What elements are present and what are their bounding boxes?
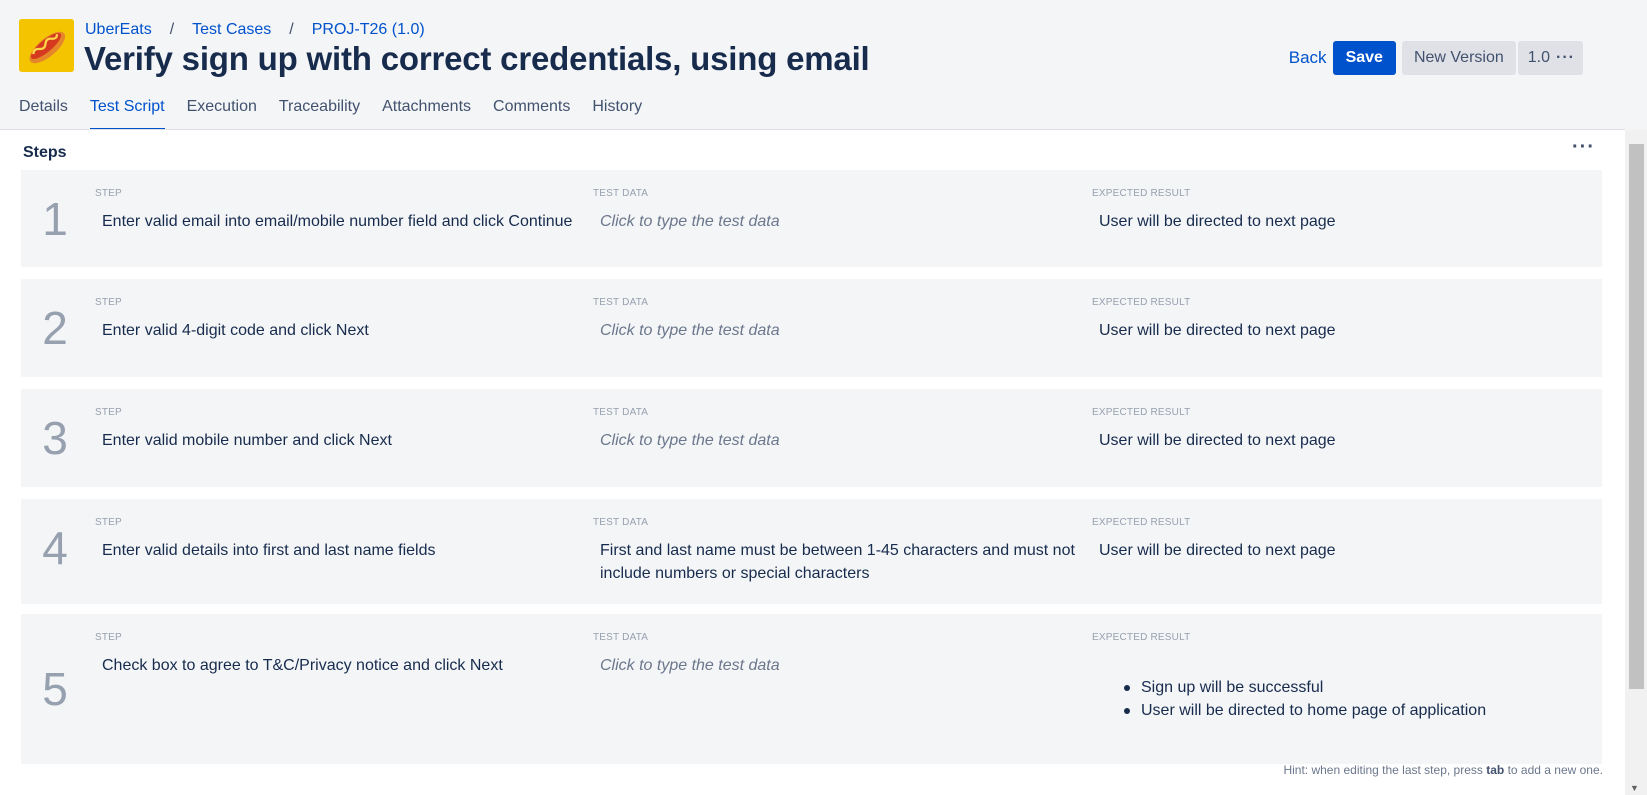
breadcrumb-project[interactable]: UberEats [85,21,152,39]
expected-result-text[interactable]: User will be directed to next page [1099,539,1336,562]
breadcrumb-test-cases[interactable]: Test Cases [192,21,271,39]
test-data-line: include numbers or special characters [600,565,870,582]
page-header: UberEats / Test Cases / PROJ-T26 (1.0) V… [0,0,1625,130]
test-data-field[interactable]: Click to type the test data [600,654,780,677]
test-script-panel: Steps ··· 1 STEP Enter valid email into … [0,130,1625,795]
expected-result-list[interactable]: Sign up will be successful User will be … [1120,676,1486,722]
test-data-label: TEST DATA [593,188,649,199]
scrollbar[interactable]: ▼ [1625,130,1647,795]
tab-comments[interactable]: Comments [493,98,570,130]
step-label: STEP [95,517,122,528]
step-label: STEP [95,188,122,199]
scrollbar-thumb[interactable] [1629,144,1644,689]
new-version-button[interactable]: New Version [1401,41,1516,75]
version-label: 1.0 [1527,49,1551,66]
step-row[interactable]: 2 STEP Enter valid 4-digit code and clic… [21,279,1602,377]
step-text[interactable]: Enter valid details into first and last … [102,539,436,562]
step-number: 1 [42,193,68,245]
test-data-field[interactable]: Click to type the test data [600,429,780,452]
breadcrumb: UberEats / Test Cases / PROJ-T26 (1.0) [85,21,425,39]
breadcrumb-test-case-key[interactable]: PROJ-T26 (1.0) [312,21,425,39]
step-row[interactable]: 4 STEP Enter valid details into first an… [21,499,1602,604]
tab-test-script[interactable]: Test Script [89,98,165,130]
steps-heading: Steps [23,144,67,161]
expected-result-label: EXPECTED RESULT [1092,517,1191,528]
project-logo-icon[interactable] [19,19,74,72]
step-number: 2 [42,302,68,354]
list-item: Sign up will be successful [1120,676,1486,699]
expected-result-label: EXPECTED RESULT [1092,297,1191,308]
step-row[interactable]: 1 STEP Enter valid email into email/mobi… [21,170,1602,267]
steps-more-icon[interactable]: ··· [1572,136,1595,159]
tab-attachments[interactable]: Attachments [382,98,471,130]
test-data-label: TEST DATA [593,517,649,528]
tab-details[interactable]: Details [19,98,68,130]
step-text[interactable]: Enter valid 4-digit code and click Next [102,319,369,342]
expected-result-text[interactable]: User will be directed to next page [1099,429,1336,452]
step-label: STEP [95,632,122,643]
hint-text: Hint: when editing the last step, press … [1283,763,1603,777]
test-data-label: TEST DATA [593,407,649,418]
step-text[interactable]: Check box to agree to T&C/Privacy notice… [102,654,503,677]
test-data-line: First and last name must be between 1-45… [600,542,1075,559]
tab-traceability[interactable]: Traceability [279,98,360,130]
step-number: 3 [42,412,68,464]
step-number: 4 [42,522,68,574]
step-row[interactable]: 5 STEP Check box to agree to T&C/Privacy… [21,614,1602,764]
step-label: STEP [95,407,122,418]
step-label: STEP [95,297,122,308]
test-data-field[interactable]: First and last name must be between 1-45… [600,539,1075,585]
page-title: Verify sign up with correct credentials,… [84,40,870,77]
scroll-down-icon[interactable]: ▼ [1630,784,1639,793]
hint-prefix: Hint: when editing the last step, press [1283,763,1483,777]
list-item: User will be directed to home page of ap… [1120,699,1486,722]
test-data-field[interactable]: Click to type the test data [600,210,780,233]
expected-result-text[interactable]: User will be directed to next page [1099,210,1336,233]
header-actions: Back Save New Version 1.0 ··· [1289,41,1583,75]
save-button[interactable]: Save [1332,41,1396,75]
test-data-label: TEST DATA [593,632,649,643]
step-number: 5 [42,663,68,715]
breadcrumb-separator: / [169,21,175,38]
tab-history[interactable]: History [592,98,642,130]
test-data-field[interactable]: Click to type the test data [600,319,780,342]
expected-result-label: EXPECTED RESULT [1092,632,1191,643]
expected-result-text[interactable]: User will be directed to next page [1099,319,1336,342]
expected-result-label: EXPECTED RESULT [1092,188,1191,199]
test-data-label: TEST DATA [593,297,649,308]
step-text[interactable]: Enter valid email into email/mobile numb… [102,210,572,233]
expected-result-label: EXPECTED RESULT [1092,407,1191,418]
back-button[interactable]: Back [1289,48,1327,68]
step-row[interactable]: 3 STEP Enter valid mobile number and cli… [21,389,1602,487]
breadcrumb-separator: / [289,21,294,38]
tab-execution[interactable]: Execution [187,98,257,130]
hint-key: tab [1486,763,1505,777]
step-text[interactable]: Enter valid mobile number and click Next [102,429,392,452]
tab-bar: Details Test Script Execution Traceabili… [19,98,664,130]
version-dropdown[interactable]: 1.0 ··· [1517,41,1583,75]
hint-suffix: to add a new one. [1507,763,1603,777]
more-icon: ··· [1556,49,1575,66]
